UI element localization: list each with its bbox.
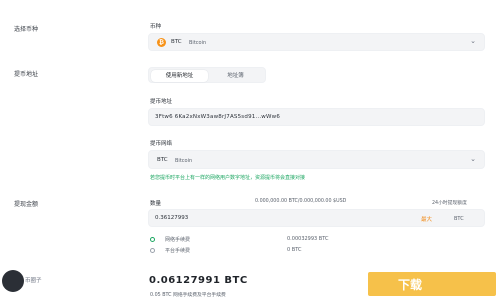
network-label: 提币网络: [150, 141, 173, 147]
network-symbol: BTC: [157, 157, 168, 163]
currency-select[interactable]: ₿ BTC Bitcoin ⌄: [148, 33, 485, 51]
banner-text: 下载: [398, 278, 423, 292]
network-name: Bitcoin: [175, 157, 193, 164]
section-title-currency: 选择币种: [14, 26, 39, 33]
amount-value: 0.36127993: [155, 215, 189, 221]
network-select[interactable]: BTC Bitcoin ⌄: [148, 150, 485, 169]
logo-icon: [2, 270, 24, 292]
section-title-address: 提币地址: [14, 71, 39, 78]
max-button[interactable]: 最大: [421, 215, 432, 223]
address-input[interactable]: 3Ftw6 6Ka2xNxW3aw8rJ7AS5sd91...wWw6: [148, 108, 485, 126]
receive-amount: 0.06127991 BTC: [149, 275, 248, 286]
watermark-text: 币圈子: [25, 278, 42, 284]
tab-address-book[interactable]: 地址簿: [208, 70, 263, 82]
fee-label: 平台手续费: [165, 248, 191, 254]
receive-note: 0.05 BTC 网络手续费及平台手续费: [150, 293, 226, 298]
currency-symbol: BTC: [171, 39, 182, 45]
bitcoin-icon: ₿: [157, 38, 166, 47]
amount-unit: BTC: [454, 215, 464, 222]
currency-name: Bitcoin: [189, 39, 207, 46]
fee-value: 0.00032993 BTC: [287, 236, 329, 242]
fee-value: 0 BTC: [287, 247, 302, 253]
download-banner[interactable]: 下载: [368, 272, 496, 296]
fee-label: 网络手续费: [165, 237, 191, 243]
amount-input[interactable]: 0.36127993 最大 BTC: [148, 209, 485, 227]
currency-label: 币种: [150, 24, 162, 30]
amount-label: 数量: [150, 201, 162, 207]
chevron-down-icon: ⌄: [470, 37, 476, 45]
tab-new-address[interactable]: 使用新地址: [151, 70, 208, 82]
network-hint: 若您提币时平台上有一样的网络用户数字地址，资源提币将会直接对接: [150, 175, 306, 181]
address-tabs: 使用新地址 地址簿: [148, 67, 266, 83]
section-title-amount: 提现金额: [14, 201, 39, 208]
address-value: 3Ftw6 6Ka2xNxW3aw8rJ7AS5sd91...wWw6: [155, 114, 281, 120]
fee-radio[interactable]: [150, 248, 155, 253]
fee-radio[interactable]: [150, 237, 155, 242]
chevron-down-icon: ⌄: [470, 155, 476, 163]
amount-range: 0.000,000.00 BTC/0.000,000.00 $USD: [255, 199, 347, 204]
address-label: 提币地址: [150, 99, 173, 105]
limit-link[interactable]: 24小时提现额度: [432, 199, 467, 206]
